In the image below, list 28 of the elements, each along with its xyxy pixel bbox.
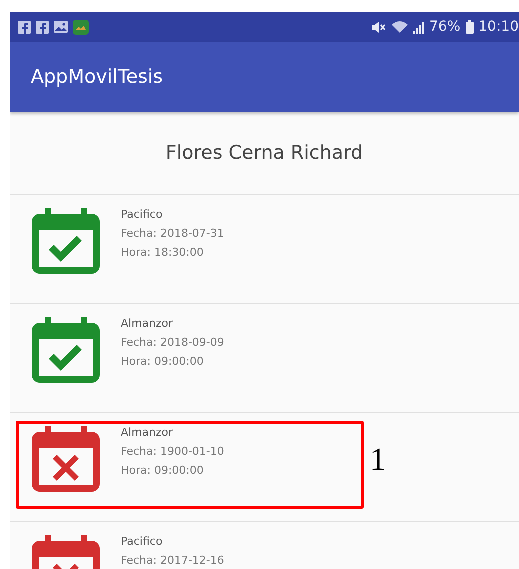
appointment-date: Fecha: 2018-07-31: [121, 227, 224, 240]
appointment-date: Fecha: 1900-01-10: [121, 445, 224, 458]
appointment-time: Hora: 09:00:00: [121, 464, 204, 477]
app-icon: [73, 20, 89, 34]
facebook-icon: [18, 20, 31, 34]
battery-icon: [466, 20, 474, 34]
appointment-date: Fecha: 2017-12-16: [121, 554, 224, 567]
location-name: Almanzor: [121, 317, 174, 330]
patient-name: Flores Cerna Richard: [166, 142, 364, 164]
appointment-time: Hora: 09:00:00: [121, 355, 204, 368]
appointment-item[interactable]: Pacifico Fecha: 2017-12-16: [10, 522, 519, 569]
appointment-date: Fecha: 2018-09-09: [121, 336, 224, 349]
facebook-icon: [36, 20, 49, 34]
location-name: Pacifico: [121, 535, 163, 548]
signal-icon: [412, 20, 425, 34]
battery-level: 76%: [430, 19, 461, 35]
image-icon: [54, 21, 68, 33]
appointment-time: Hora: 18:30:00: [121, 246, 204, 259]
callout-number: 1: [370, 441, 386, 478]
appointment-item[interactable]: Almanzor Fecha: 2018-09-09 Hora: 09:00:00: [10, 304, 519, 413]
location-name: Pacifico: [121, 208, 163, 221]
appointment-item[interactable]: Pacifico Fecha: 2018-07-31 Hora: 18:30:00: [10, 195, 519, 304]
clock: 10:10: [478, 19, 519, 35]
wifi-icon: [392, 20, 408, 34]
location-name: Almanzor: [121, 426, 174, 439]
app-title: AppMovilTesis: [31, 66, 164, 88]
appointment-item[interactable]: Almanzor Fecha: 1900-01-10 Hora: 09:00:00 1: [10, 413, 519, 522]
mute-icon: [370, 20, 387, 34]
